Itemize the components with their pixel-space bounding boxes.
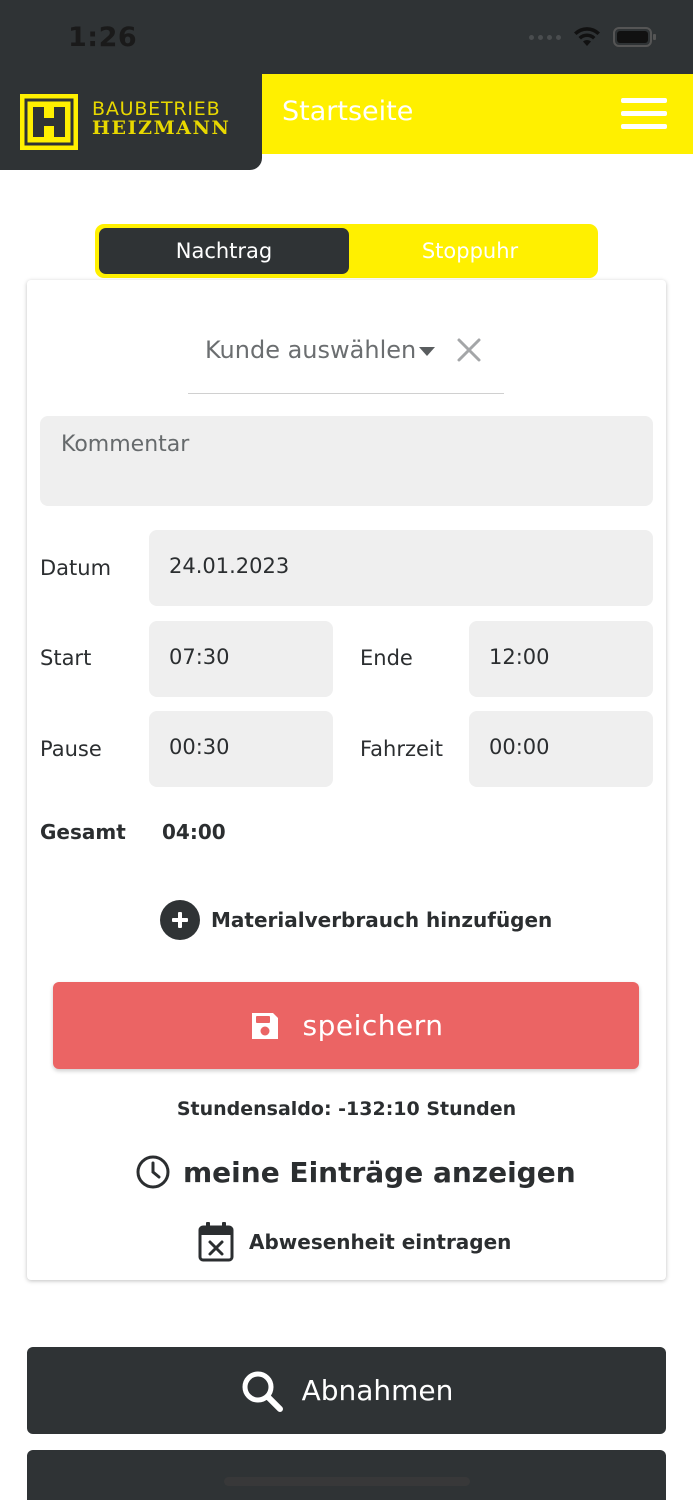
break-time-field[interactable]: 00:30 xyxy=(149,711,333,787)
save-button-label: speichern xyxy=(302,1009,444,1042)
entry-form-card: Kunde auswählen Kommentar Datum 24.01.20… xyxy=(27,280,666,1280)
hamburger-menu-icon[interactable] xyxy=(621,98,667,130)
plus-circle-icon xyxy=(160,900,200,940)
total-value: 04:00 xyxy=(162,820,226,844)
show-entries-link[interactable]: meine Einträge anzeigen xyxy=(135,1150,576,1194)
mode-segmented-control: Nachtrag Stoppuhr xyxy=(95,224,598,278)
comment-placeholder: Kommentar xyxy=(61,432,190,457)
chevron-down-icon[interactable] xyxy=(419,347,435,356)
date-label: Datum xyxy=(40,556,112,580)
clock-icon xyxy=(136,1155,170,1189)
comment-field[interactable]: Kommentar xyxy=(40,416,653,506)
end-time-value: 12:00 xyxy=(489,645,550,669)
abnahmen-button[interactable]: Abnahmen xyxy=(27,1347,666,1434)
break-label: Pause xyxy=(40,737,102,761)
add-material-button[interactable]: Materialverbrauch hinzufügen xyxy=(160,900,552,940)
save-icon xyxy=(251,1012,278,1039)
header-logo-area: BAUBETRIEB HEIZMANN xyxy=(0,74,262,170)
home-indicator xyxy=(224,1477,470,1486)
add-absence-link[interactable]: Abwesenheit eintragen xyxy=(197,1220,511,1264)
company-logo-text: BAUBETRIEB HEIZMANN xyxy=(92,100,231,138)
start-time-value: 07:30 xyxy=(169,645,230,669)
status-bar: 1:26 xyxy=(0,0,693,74)
wifi-icon xyxy=(574,27,600,46)
end-label: Ende xyxy=(360,646,413,670)
save-button[interactable]: speichern xyxy=(53,982,639,1069)
abnahmen-label: Abnahmen xyxy=(301,1374,454,1407)
travel-time-label: Fahrzeit xyxy=(360,737,443,761)
travel-time-value: 00:00 xyxy=(489,735,550,759)
show-entries-label: meine Einträge anzeigen xyxy=(183,1155,576,1189)
signal-icon xyxy=(529,34,561,40)
search-icon xyxy=(242,1371,283,1412)
date-field[interactable]: 24.01.2023 xyxy=(149,530,653,606)
close-icon[interactable] xyxy=(454,335,484,365)
logo-line2: HEIZMANN xyxy=(92,117,231,139)
battery-icon xyxy=(613,27,656,47)
customer-select[interactable]: Kunde auswählen xyxy=(188,330,504,394)
start-label: Start xyxy=(40,646,92,670)
travel-time-field[interactable]: 00:00 xyxy=(469,711,653,787)
end-time-field[interactable]: 12:00 xyxy=(469,621,653,697)
add-absence-label: Abwesenheit eintragen xyxy=(249,1230,512,1254)
total-label: Gesamt xyxy=(40,820,126,844)
start-time-field[interactable]: 07:30 xyxy=(149,621,333,697)
header-title-bar: Startseite xyxy=(262,74,693,154)
customer-select-placeholder: Kunde auswählen xyxy=(205,336,417,364)
company-logo-icon xyxy=(20,94,78,150)
page-title: Startseite xyxy=(282,96,414,127)
add-material-label: Materialverbrauch hinzufügen xyxy=(211,908,553,932)
date-value: 24.01.2023 xyxy=(169,554,290,578)
tab-nachtrag[interactable]: Nachtrag xyxy=(99,228,349,274)
calendar-x-icon xyxy=(198,1222,234,1262)
second-action-button[interactable] xyxy=(27,1450,666,1500)
hours-balance: Stundensaldo: -132:10 Stunden xyxy=(176,1098,517,1120)
tab-stoppuhr[interactable]: Stoppuhr xyxy=(345,228,595,274)
status-time: 1:26 xyxy=(68,22,138,53)
break-time-value: 00:30 xyxy=(169,735,230,759)
status-icons xyxy=(529,26,657,48)
